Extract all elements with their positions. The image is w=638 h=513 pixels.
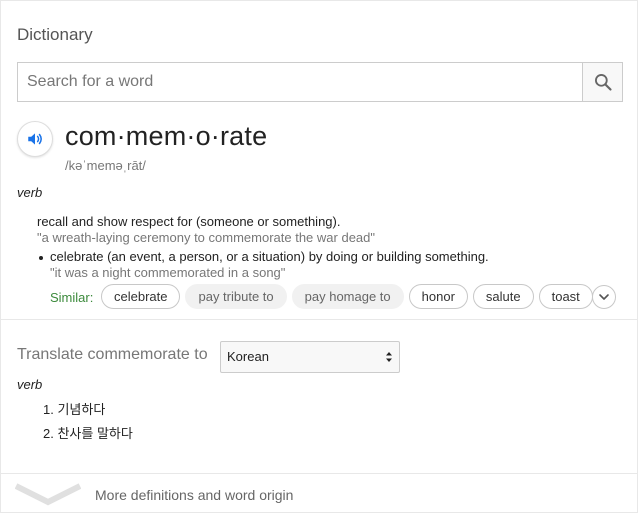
translation-part-of-speech: verb xyxy=(17,377,43,392)
chevron-down-icon xyxy=(15,483,81,506)
similar-chip-celebrate[interactable]: celebrate xyxy=(101,284,181,309)
similar-chip-salute[interactable]: salute xyxy=(472,284,534,309)
translation-item: 2. 찬사를 말하다 xyxy=(43,426,133,441)
more-similar-button[interactable] xyxy=(592,285,616,309)
similar-chip-honor[interactable]: honor xyxy=(408,284,468,309)
translation-list: 1. 기념하다 2. 찬사를 말하다 xyxy=(43,401,133,449)
definition-example: "a wreath-laying ceremony to commemorate… xyxy=(37,230,375,245)
section-divider xyxy=(1,319,638,320)
select-arrows-icon xyxy=(386,352,392,362)
headword: com·mem·o·rate xyxy=(65,121,268,151)
definition: recall and show respect for (someone or … xyxy=(37,214,341,229)
similar-chip-toast[interactable]: toast xyxy=(538,284,593,309)
search-box xyxy=(17,62,623,102)
chevron-down-icon xyxy=(599,294,609,300)
sub-definition: celebrate (an event, a person, or a situ… xyxy=(50,249,489,264)
pronunciation-button[interactable] xyxy=(17,121,53,157)
search-button[interactable] xyxy=(582,63,622,101)
search-input[interactable] xyxy=(18,63,583,101)
more-definitions-link[interactable]: More definitions and word origin xyxy=(1,474,638,513)
translate-label: Translate commemorate to xyxy=(17,346,208,363)
language-select[interactable]: Korean xyxy=(220,341,400,373)
dictionary-card: Dictionary com·mem·o·rate /kəˈmeməˌrāt/ … xyxy=(0,0,638,513)
similar-chip-pay-tribute-to[interactable]: pay tribute to xyxy=(185,284,287,309)
similar-chips: celebrate pay tribute to pay homage to h… xyxy=(101,284,593,309)
translation-item: 1. 기념하다 xyxy=(43,402,106,417)
language-select-value: Korean xyxy=(227,349,269,364)
part-of-speech: verb xyxy=(17,185,43,200)
search-icon xyxy=(594,74,612,91)
sub-definition-example: "it was a night commemorated in a song" xyxy=(50,265,286,280)
bullet xyxy=(39,256,43,260)
widget-title: Dictionary xyxy=(17,25,93,44)
speaker-icon xyxy=(28,133,42,145)
phonetic-spelling: /kəˈmeməˌrāt/ xyxy=(65,158,146,173)
more-definitions-label: More definitions and word origin xyxy=(95,487,294,503)
similar-label: Similar: xyxy=(50,290,94,305)
similar-chip-pay-homage-to[interactable]: pay homage to xyxy=(291,284,404,309)
